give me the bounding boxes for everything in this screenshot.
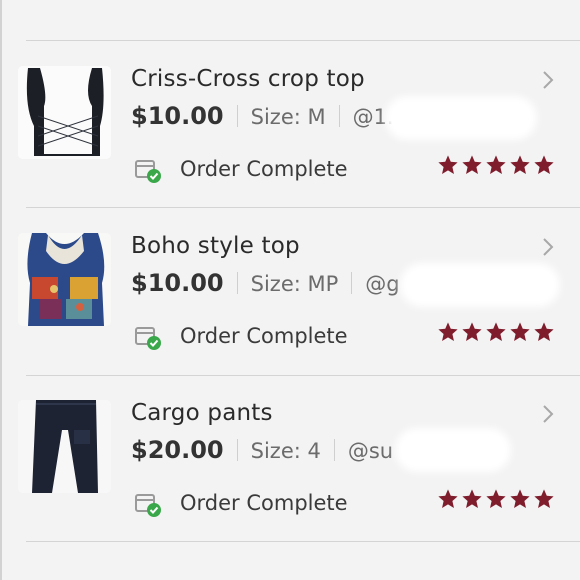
order-meta: $10.00 Size: MP @g — [131, 269, 400, 303]
divider — [26, 541, 580, 542]
separator — [236, 439, 238, 461]
redaction-blur — [400, 263, 560, 307]
star-icon — [509, 488, 531, 510]
redaction-blur — [395, 428, 511, 472]
separator — [333, 439, 335, 461]
redaction-blur — [385, 96, 537, 140]
chevron-right-icon[interactable] — [541, 69, 555, 91]
product-title[interactable]: Boho style top — [131, 233, 300, 259]
seller-handle[interactable]: @g — [365, 272, 399, 296]
star-icon — [509, 321, 531, 343]
order-meta: $10.00 Size: M @1. — [131, 102, 394, 136]
divider — [26, 207, 580, 208]
product-thumbnail[interactable] — [18, 400, 111, 493]
package-check-icon — [135, 327, 161, 350]
star-icon — [437, 488, 459, 510]
star-icon — [533, 488, 555, 510]
star-icon — [533, 321, 555, 343]
size: Size: MP — [250, 272, 339, 296]
star-icon — [437, 154, 459, 176]
product-thumbnail[interactable] — [18, 66, 111, 159]
star-icon — [461, 154, 483, 176]
star-icon — [485, 488, 507, 510]
price: $20.00 — [131, 436, 224, 464]
chevron-right-icon[interactable] — [541, 403, 555, 425]
product-title[interactable]: Criss-Cross crop top — [131, 66, 365, 92]
chevron-right-icon[interactable] — [541, 236, 555, 258]
star-icon — [461, 488, 483, 510]
rating-stars — [437, 488, 557, 514]
price: $10.00 — [131, 102, 224, 130]
size: Size: M — [250, 105, 326, 129]
order-status: Order Complete — [180, 324, 348, 348]
order-status: Order Complete — [180, 157, 348, 181]
seller-handle[interactable]: @su — [348, 439, 393, 463]
separator — [236, 105, 238, 127]
order-status: Order Complete — [180, 491, 348, 515]
order-row[interactable]: Cargo pants $20.00 Size: 4 @su Order Compl… — [0, 400, 580, 568]
star-icon — [437, 321, 459, 343]
package-check-icon — [135, 494, 161, 517]
rating-stars — [437, 154, 557, 180]
separator — [351, 272, 353, 294]
divider — [26, 375, 580, 376]
package-check-icon — [135, 160, 161, 183]
star-icon — [485, 321, 507, 343]
order-row[interactable]: Criss-Cross crop top $10.00 Size: M @1. Or… — [0, 66, 580, 234]
product-title[interactable]: Cargo pants — [131, 400, 273, 426]
divider — [26, 40, 580, 41]
size: Size: 4 — [250, 439, 321, 463]
separator — [338, 105, 340, 127]
product-thumbnail[interactable] — [18, 233, 111, 326]
rating-stars — [437, 321, 557, 347]
separator — [236, 272, 238, 294]
star-icon — [533, 154, 555, 176]
star-icon — [461, 321, 483, 343]
price: $10.00 — [131, 269, 224, 297]
star-icon — [509, 154, 531, 176]
star-icon — [485, 154, 507, 176]
order-meta: $20.00 Size: 4 @su — [131, 436, 393, 470]
